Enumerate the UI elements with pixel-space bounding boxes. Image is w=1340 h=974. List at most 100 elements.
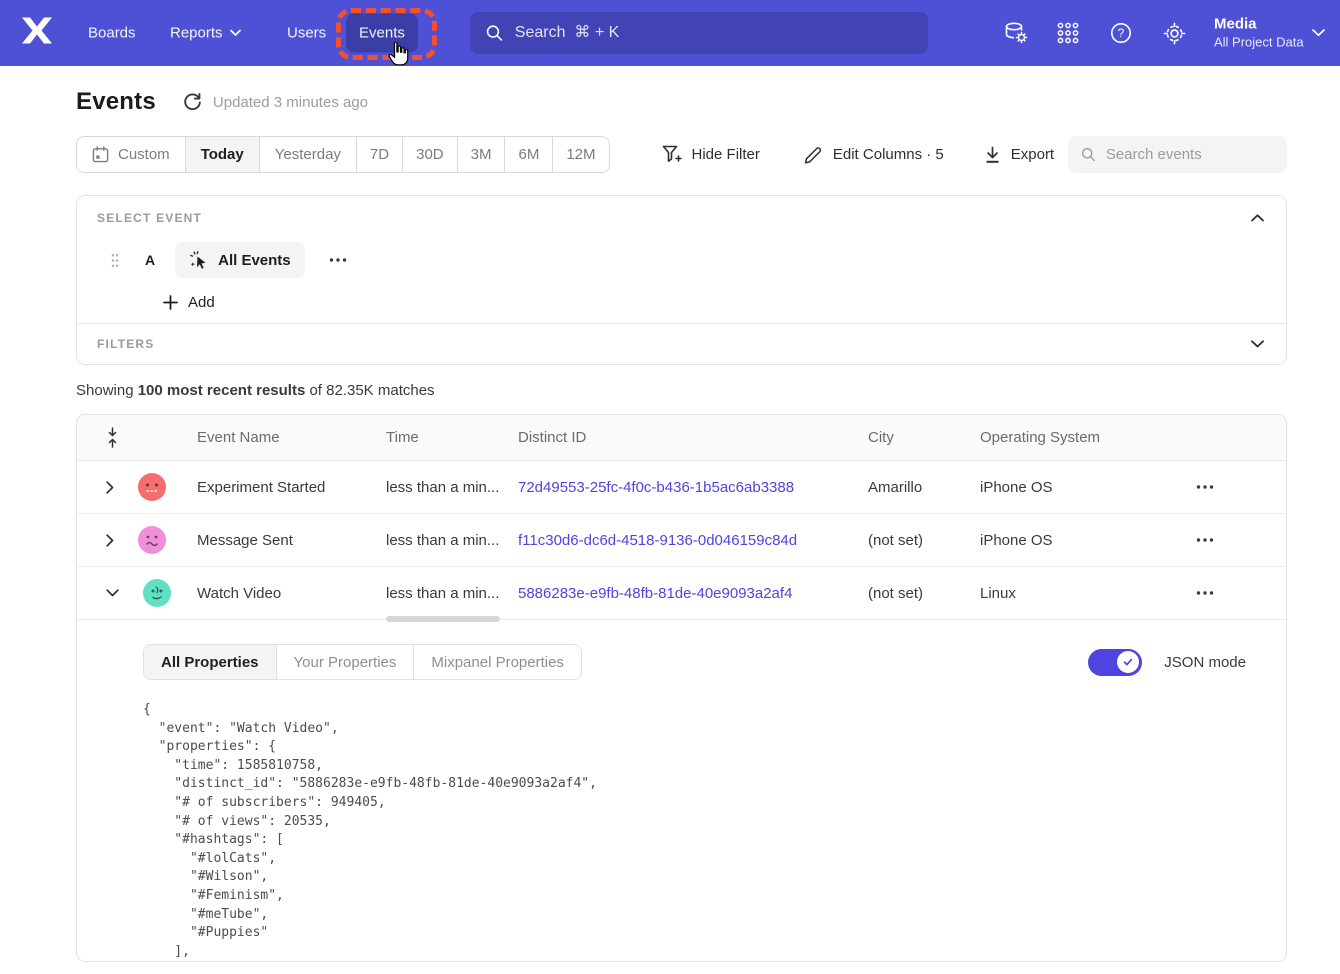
events-table-card: Event Name Time Distinct ID City Operati…: [76, 414, 1287, 962]
cell-event-name: Watch Video: [197, 585, 386, 602]
project-chevron-down-icon[interactable]: [1312, 24, 1325, 42]
select-event-label: SELECT EVENT: [97, 211, 202, 225]
event-cursor-icon: [189, 250, 209, 270]
nav-item-users[interactable]: Users: [287, 25, 326, 42]
distinct-id-link[interactable]: f11c30d6-dc6d-4518-9136-0d046159c84d: [518, 532, 797, 549]
column-header-time[interactable]: Time: [386, 429, 518, 446]
check-icon: [1122, 656, 1134, 668]
date-range-label: Custom: [118, 146, 170, 163]
event-json-viewer: { "event": "Watch Video", "properties": …: [143, 701, 1266, 961]
table-header-row: Event Name Time Distinct ID City Operati…: [77, 415, 1286, 461]
filters-label: FILTERS: [97, 337, 155, 351]
column-header-event-name[interactable]: Event Name: [197, 429, 386, 446]
drag-handle-icon[interactable]: [111, 253, 119, 268]
collapse-row-button[interactable]: [103, 586, 122, 600]
event-detail-panel: All Properties Your Properties Mixpanel …: [77, 620, 1286, 961]
mixpanel-logo-icon: [22, 17, 52, 44]
pencil-icon: [804, 145, 823, 164]
date-range-custom[interactable]: Custom: [77, 137, 186, 172]
tab-all-properties[interactable]: All Properties: [144, 645, 277, 679]
events-search-input[interactable]: [1106, 146, 1274, 163]
project-name: Media: [1214, 16, 1304, 35]
row-actions-button[interactable]: [1194, 534, 1216, 546]
edit-columns-button[interactable]: Edit Columns · 5: [804, 145, 944, 164]
properties-tabs: All Properties Your Properties Mixpanel …: [143, 644, 582, 680]
data-management-icon[interactable]: [1003, 20, 1029, 46]
date-range-30d[interactable]: 30D: [403, 137, 458, 172]
help-icon[interactable]: ?: [1108, 20, 1134, 46]
toggle-knob: [1117, 651, 1139, 673]
add-event-button[interactable]: Add: [163, 294, 215, 311]
event-more-button[interactable]: [323, 254, 353, 266]
global-search[interactable]: [470, 12, 928, 54]
filters-section-toggle[interactable]: FILTERS: [77, 324, 1286, 364]
row-actions-button[interactable]: [1194, 481, 1216, 493]
global-search-input[interactable]: [515, 24, 912, 42]
event-row-letter: A: [145, 252, 155, 268]
more-dots-icon: [329, 258, 347, 262]
top-navbar: Boards Reports Users Events: [0, 0, 1340, 66]
chevron-right-icon: [106, 481, 114, 494]
date-range-3m[interactable]: 3M: [458, 137, 506, 172]
cell-event-name: Experiment Started: [197, 479, 386, 496]
horizontal-scrollbar-thumb[interactable]: [386, 616, 500, 622]
chevron-down-icon: [106, 589, 119, 597]
column-header-operating-system[interactable]: Operating System: [980, 429, 1194, 446]
query-builder-card: SELECT EVENT A: [76, 195, 1287, 365]
collapse-select-event-button[interactable]: [1249, 212, 1266, 224]
date-range-12m[interactable]: 12M: [553, 137, 608, 172]
apps-grid-icon[interactable]: [1055, 20, 1081, 46]
tab-mixpanel-properties[interactable]: Mixpanel Properties: [414, 645, 581, 679]
column-header-distinct-id[interactable]: Distinct ID: [518, 429, 868, 446]
settings-gear-icon[interactable]: [1161, 20, 1187, 46]
event-selector-chip[interactable]: All Events: [175, 242, 305, 278]
page-title: Events: [76, 88, 156, 116]
controls-row: Custom Today Yesterday 7D 30D 3M 6M 12M …: [76, 136, 1287, 173]
updated-timestamp: Updated 3 minutes ago: [213, 94, 368, 111]
expand-filters-button[interactable]: [1249, 338, 1266, 350]
cell-os: iPhone OS: [980, 479, 1194, 496]
cell-os: Linux: [980, 585, 1194, 602]
date-range-yesterday[interactable]: Yesterday: [260, 137, 357, 172]
json-mode-toggle[interactable]: [1088, 649, 1142, 676]
row-actions-button[interactable]: [1194, 587, 1216, 599]
project-subtitle: All Project Data: [1214, 34, 1304, 50]
add-button-label: Add: [188, 294, 215, 311]
cell-city: (not set): [868, 532, 980, 549]
avatar: [138, 473, 166, 501]
date-range-today[interactable]: Today: [186, 137, 260, 172]
more-dots-icon: [1196, 485, 1214, 489]
cell-city: Amarillo: [868, 479, 980, 496]
nav-item-label: Boards: [88, 25, 136, 42]
date-range-segmented-control: Custom Today Yesterday 7D 30D 3M 6M 12M: [76, 136, 610, 173]
tab-your-properties[interactable]: Your Properties: [277, 645, 415, 679]
mixpanel-logo[interactable]: [22, 17, 52, 49]
date-range-6m[interactable]: 6M: [505, 137, 553, 172]
expand-row-button[interactable]: [103, 531, 117, 550]
chevron-up-icon: [1251, 214, 1264, 222]
table-row: Experiment Started less than a min... 72…: [77, 461, 1286, 514]
nav-item-reports[interactable]: Reports: [170, 25, 241, 42]
events-search[interactable]: [1068, 136, 1287, 173]
export-label: Export: [1011, 146, 1054, 163]
expand-collapse-all-button[interactable]: [106, 427, 119, 448]
expand-row-button[interactable]: [103, 478, 117, 497]
nav-item-label: Reports: [170, 25, 223, 42]
hide-filter-button[interactable]: Hide Filter: [662, 145, 760, 164]
project-switcher[interactable]: Media All Project Data: [1214, 16, 1304, 51]
event-query-row: A All Events: [97, 242, 1266, 278]
page-content: Events Updated 3 minutes ago Custom Toda…: [0, 88, 1340, 962]
distinct-id-link[interactable]: 5886283e-e9fb-48fb-81de-40e9093a2af4: [518, 585, 792, 602]
nav-item-boards[interactable]: Boards: [88, 25, 136, 42]
chevron-right-icon: [106, 534, 114, 547]
nav-item-events[interactable]: Events: [346, 14, 418, 53]
export-button[interactable]: Export: [984, 146, 1054, 164]
json-mode-label: JSON mode: [1164, 654, 1246, 671]
distinct-id-link[interactable]: 72d49553-25fc-4f0c-b436-1b5ac6ab3388: [518, 479, 794, 496]
avatar: [138, 526, 166, 554]
download-icon: [984, 146, 1001, 164]
date-range-7d[interactable]: 7D: [357, 137, 403, 172]
refresh-button[interactable]: [182, 92, 203, 113]
search-icon: [486, 24, 503, 42]
column-header-city[interactable]: City: [868, 429, 980, 446]
